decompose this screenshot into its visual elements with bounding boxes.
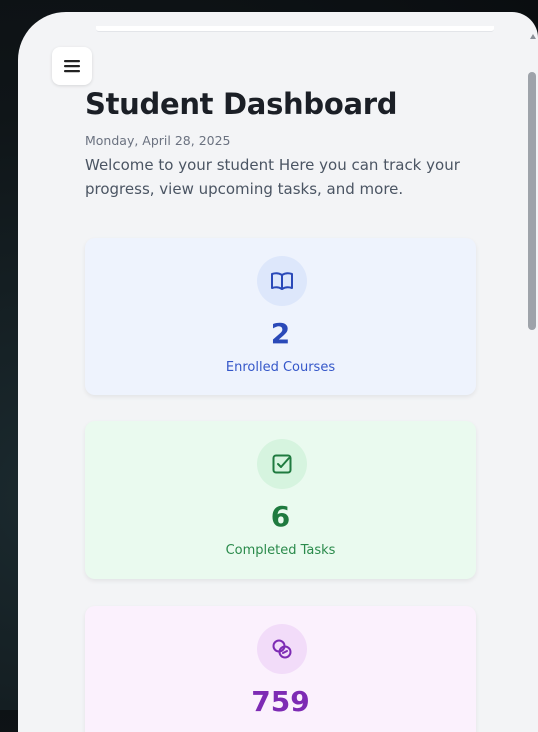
top-bar-edge: [96, 26, 494, 32]
stat-value: 6: [270, 500, 291, 533]
scrollbar-thumb[interactable]: [528, 72, 536, 330]
stat-icon-wrap: [257, 439, 307, 489]
current-date: Monday, April 28, 2025: [85, 133, 231, 148]
stat-card-completed-tasks[interactable]: 6 Completed Tasks: [85, 421, 476, 579]
scroll-up-arrow-icon[interactable]: [530, 34, 536, 39]
welcome-message: Welcome to your student Here you can tra…: [85, 156, 460, 198]
menu-button[interactable]: [52, 47, 92, 85]
stat-value: 759: [251, 685, 310, 718]
book-icon: [271, 272, 293, 290]
stat-label: Enrolled Courses: [225, 360, 336, 375]
dashboard-header: Student Dashboard Monday, April 28, 2025…: [85, 84, 478, 201]
stat-icon-wrap: [257, 256, 307, 306]
stat-icon-wrap: [257, 624, 307, 674]
coins-icon: [272, 639, 292, 659]
hamburger-menu-icon: [64, 60, 80, 73]
stat-label: Completed Tasks: [225, 543, 336, 558]
stat-value: 2: [270, 317, 291, 350]
app-viewport: Student Dashboard Monday, April 28, 2025…: [18, 12, 538, 732]
check-square-icon: [272, 454, 292, 474]
page-title: Student Dashboard: [85, 87, 398, 121]
stat-card-coins[interactable]: 759: [85, 606, 476, 732]
stat-card-enrolled-courses[interactable]: 2 Enrolled Courses: [85, 238, 476, 395]
